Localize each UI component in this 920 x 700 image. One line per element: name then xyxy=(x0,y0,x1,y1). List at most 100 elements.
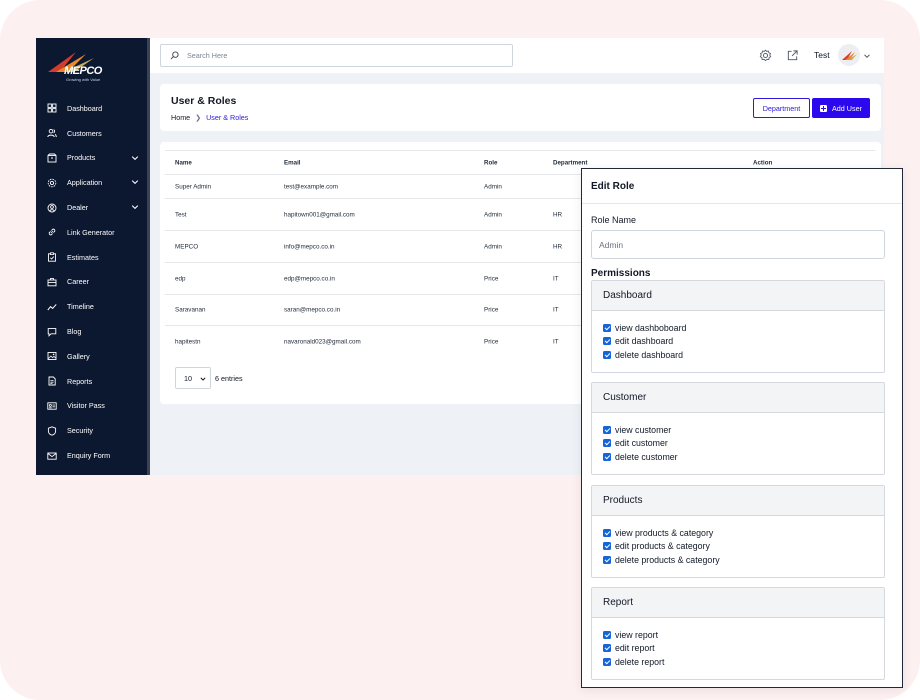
add-user-button[interactable]: Add User xyxy=(812,98,870,118)
breadcrumb-home[interactable]: Home xyxy=(171,113,190,122)
column-header-role[interactable]: Role xyxy=(484,159,497,166)
sidebar-item-enquiry-form[interactable]: Enquiry Form xyxy=(36,443,147,468)
users-icon xyxy=(47,128,57,138)
sidebar-item-link-generator[interactable]: Link Generator xyxy=(36,220,147,245)
cell-department: HR xyxy=(553,211,563,218)
permission-group-report: Report view report edit report delete repor… xyxy=(591,587,885,680)
permission-item[interactable]: edit customer xyxy=(603,437,884,451)
sidebar-item-label: Dealer xyxy=(67,203,89,213)
column-header-department[interactable]: Department xyxy=(553,159,587,166)
checkbox-checked[interactable] xyxy=(603,644,611,653)
cell-role: Admin xyxy=(484,183,502,190)
checkbox-checked[interactable] xyxy=(603,439,611,448)
permission-item[interactable]: delete dashboard xyxy=(603,348,884,362)
avatar[interactable] xyxy=(838,44,860,66)
modal-divider xyxy=(582,203,902,204)
gear-icon xyxy=(47,178,57,188)
search-box[interactable] xyxy=(160,44,513,67)
checkbox-checked[interactable] xyxy=(603,350,611,359)
permission-item[interactable]: view customer xyxy=(603,423,884,437)
permission-group-dashboard: Dashboard view dashboboard edit dashboard d… xyxy=(591,280,885,373)
cell-role: Price xyxy=(484,306,499,314)
permission-item[interactable]: view products & category xyxy=(603,526,884,540)
sidebar-item-label: Link Generator xyxy=(67,227,115,237)
sidebar-item-label: Visitor Pass xyxy=(67,401,105,411)
permission-item[interactable]: delete products & category xyxy=(603,553,884,567)
sidebar-item-estimates[interactable]: Estimates xyxy=(36,245,147,270)
column-header-name[interactable]: Name xyxy=(175,159,192,166)
logo-text: MEPCO xyxy=(64,65,102,77)
checkbox-checked[interactable] xyxy=(603,630,611,639)
permission-item[interactable]: edit products & category xyxy=(603,540,884,554)
permission-list: view report edit report delete report xyxy=(592,618,884,669)
image-icon xyxy=(47,351,57,361)
permission-item[interactable]: view report xyxy=(603,628,884,642)
chevron-down-icon[interactable] xyxy=(131,203,139,211)
permission-list: view dashboboard edit dashboard delete das… xyxy=(592,311,884,362)
briefcase-icon xyxy=(47,277,57,287)
checkbox-checked[interactable] xyxy=(603,452,611,461)
chevron-down-icon[interactable] xyxy=(131,154,139,162)
cell-email: test@example.com xyxy=(284,183,338,190)
sidebar-item-timeline[interactable]: Timeline xyxy=(36,294,147,319)
cell-name: hapitestn xyxy=(175,338,201,345)
grid-icon xyxy=(47,103,57,113)
department-button[interactable]: Department xyxy=(753,98,810,118)
sidebar-item-visitor-pass[interactable]: Visitor Pass xyxy=(36,394,147,419)
sidebar-item-gallery[interactable]: Gallery xyxy=(36,344,147,369)
chevron-down-icon[interactable] xyxy=(131,178,139,186)
user-name[interactable]: Test xyxy=(814,50,830,60)
sidebar-item-application[interactable]: Application xyxy=(36,170,147,195)
search-input[interactable] xyxy=(187,51,487,60)
sidebar-item-dashboard[interactable]: Dashboard xyxy=(36,96,147,121)
topbar: Test xyxy=(150,38,884,73)
cell-email: saran@mepco.co.in xyxy=(284,306,341,314)
sidebar-item-career[interactable]: Career xyxy=(36,270,147,295)
checkbox-checked[interactable] xyxy=(603,528,611,537)
permission-label: view customer xyxy=(615,424,672,435)
chevron-down-icon[interactable] xyxy=(863,52,871,60)
sidebar-item-label: Reports xyxy=(67,376,93,386)
checkbox-checked[interactable] xyxy=(603,337,611,346)
sidebar-item-dealer[interactable]: Dealer xyxy=(36,195,147,220)
external-link-icon[interactable] xyxy=(786,49,799,62)
checkbox-checked[interactable] xyxy=(603,657,611,666)
permission-item[interactable]: view dashboboard xyxy=(603,321,884,335)
checkbox-checked[interactable] xyxy=(603,425,611,434)
permission-group-customer: Customer view customer edit customer delete… xyxy=(591,382,885,475)
cell-email: hapitown001@gmail.com xyxy=(284,211,355,218)
sidebar-item-security[interactable]: Security xyxy=(36,418,147,443)
chevron-right-icon: ❯ xyxy=(195,114,202,122)
sidebar-item-products[interactable]: Products xyxy=(36,146,147,171)
role-name-input[interactable] xyxy=(591,230,885,259)
permission-label: edit products & category xyxy=(615,541,710,552)
permission-item[interactable]: delete customer xyxy=(603,450,884,464)
role-name-label: Role Name xyxy=(591,215,637,225)
sidebar-item-label: Security xyxy=(67,426,93,436)
permission-item[interactable]: delete report xyxy=(603,655,884,669)
plus-square-icon xyxy=(820,104,828,112)
person-circle-icon xyxy=(47,203,57,213)
brand-logo[interactable]: MEPCO Growing with Value xyxy=(46,50,116,84)
checkbox-checked[interactable] xyxy=(603,323,611,332)
permission-list: view products & category edit products & … xyxy=(592,516,884,567)
checkbox-checked[interactable] xyxy=(603,542,611,551)
page-size-select[interactable]: 10 xyxy=(175,367,211,389)
breadcrumb-current[interactable]: User & Roles xyxy=(206,113,248,122)
sidebar-scrollbar[interactable] xyxy=(147,38,150,475)
sidebar-item-blog[interactable]: Blog xyxy=(36,319,147,344)
column-header-email[interactable]: Email xyxy=(284,159,301,166)
permission-item[interactable]: edit report xyxy=(603,642,884,656)
sidebar-item-reports[interactable]: Reports xyxy=(36,369,147,394)
sidebar-item-label: Career xyxy=(67,277,89,287)
cell-role: Admin xyxy=(484,211,502,218)
sidebar-item-customers[interactable]: Customers xyxy=(36,121,147,146)
sidebar-item-label: Application xyxy=(67,178,103,188)
cell-role: Price xyxy=(484,275,499,282)
checkbox-checked[interactable] xyxy=(603,555,611,564)
permission-label: delete customer xyxy=(615,451,678,462)
cell-email: edp@mepco.co.in xyxy=(284,275,335,282)
permission-item[interactable]: edit dashboard xyxy=(603,335,884,349)
permission-label: edit report xyxy=(615,643,655,654)
settings-gear-icon[interactable] xyxy=(759,49,772,62)
